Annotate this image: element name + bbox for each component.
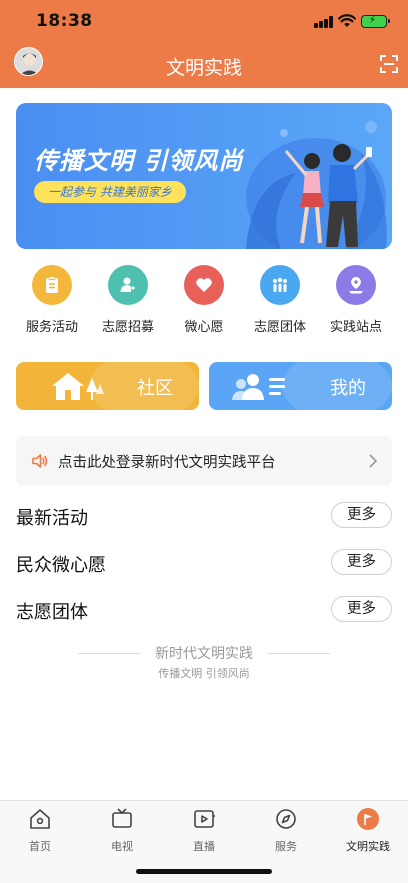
banner[interactable]: 传播文明 引领风尚 一起参与 共建美丽家乡 [16,103,392,249]
flag-icon [357,808,379,830]
quick-label: 服务活动 [25,320,78,335]
top-header: 18:38 ⚡ 文明实践 [0,0,408,88]
wifi-icon [338,14,356,27]
section-title: 最新活动 [16,508,88,529]
quick-label: 志愿招募 [101,320,154,335]
clipboard-icon [32,265,72,305]
battery-icon: ⚡ [361,15,390,28]
compass-icon [276,809,296,829]
tab-civilization-practice[interactable]: 文明实践 [328,807,408,854]
house-icon [52,373,104,400]
signal-icon [314,16,334,28]
more-button[interactable]: 更多 [331,596,392,622]
live-icon [194,810,215,828]
tab-label: 文明实践 [346,840,390,853]
page-title: 文明实践 [165,57,242,79]
notice-text: 点击此处登录新时代文明实践平台 [58,455,276,471]
tab-label: 电视 [111,840,133,853]
tab-label: 直播 [193,840,215,853]
heart-icon [184,265,224,305]
quick-practice-site[interactable]: 实践站点 [320,262,392,335]
tv-icon [112,808,132,828]
tab-label: 服务 [275,840,297,853]
location-icon [336,265,376,305]
chevron-right-icon [369,454,378,468]
more-button[interactable]: 更多 [331,502,392,528]
home-icon [30,809,50,829]
tab-tv[interactable]: 电视 [82,807,162,854]
section-public-wishes: 民众微心愿 更多 [16,549,392,579]
section-latest-activities: 最新活动 更多 [16,502,392,532]
home-indicator [136,869,272,874]
status-time: 18:38 [36,11,93,31]
tab-home[interactable]: 首页 [0,807,80,854]
scan-icon[interactable] [379,54,399,74]
tab-live[interactable]: 直播 [164,807,244,854]
section-title: 志愿团体 [16,602,88,623]
more-button[interactable]: 更多 [331,549,392,575]
footer-subtitle: 传播文明 引领风尚 [158,667,250,680]
quick-actions: 服务活动 志愿招募 微心愿 志愿团体 实践站点 [16,262,392,335]
community-label: 社区 [137,378,173,399]
group-icon [260,265,300,305]
speaker-icon [32,454,48,468]
quick-label: 微心愿 [184,320,224,335]
banner-illustration [246,121,387,249]
section-title: 民众微心愿 [16,555,106,576]
tab-label: 首页 [29,840,51,853]
mine-button[interactable]: 我的 [209,362,392,410]
footer-title: 新时代文明实践 [155,646,253,662]
status-bar: 18:38 ⚡ [0,0,408,44]
banner-subtitle: 一起参与 共建美丽家乡 [34,181,186,203]
profile-card-icon [232,374,285,400]
quick-service-activity[interactable]: 服务活动 [16,262,88,335]
section-volunteer-groups: 志愿团体 更多 [16,596,392,626]
login-notice[interactable]: 点击此处登录新时代文明实践平台 [16,436,392,486]
community-button[interactable]: 社区 [16,362,199,410]
quick-volunteer-group[interactable]: 志愿团体 [244,262,316,335]
quick-volunteer-recruit[interactable]: 志愿招募 [92,262,164,335]
volunteer-icon [108,265,148,305]
banner-title: 传播文明 引领风尚 [34,147,244,175]
quick-label: 志愿团体 [253,320,306,335]
mine-label: 我的 [330,378,366,399]
quick-micro-wish[interactable]: 微心愿 [168,262,240,335]
quick-label: 实践站点 [329,320,382,335]
tab-service[interactable]: 服务 [246,807,326,854]
